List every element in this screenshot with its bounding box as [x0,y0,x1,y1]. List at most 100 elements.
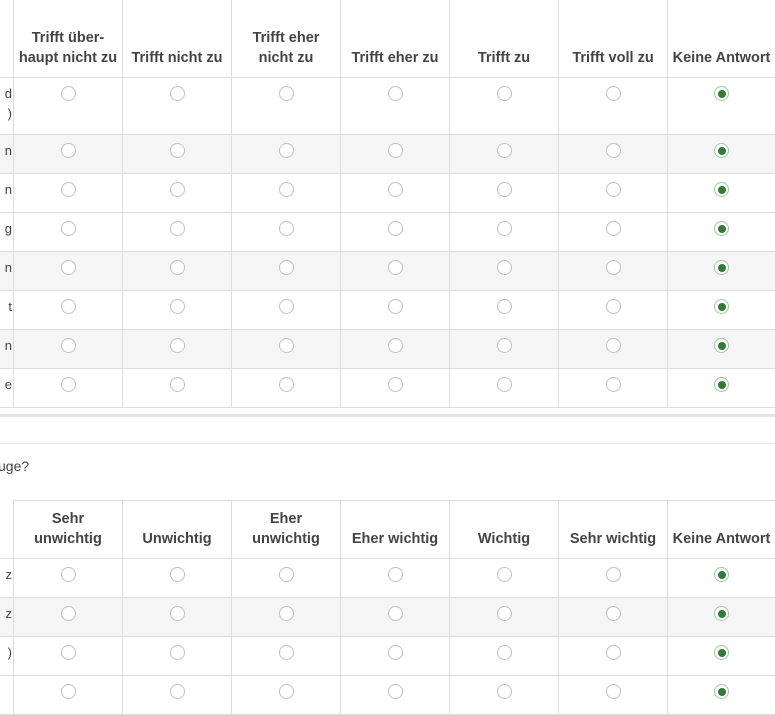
radio-button[interactable] [61,143,76,158]
answer-cell [341,369,450,408]
radio-button[interactable] [497,221,512,236]
answer-cell [450,369,559,408]
radio-button-selected[interactable] [714,182,729,197]
radio-button[interactable] [606,299,621,314]
radio-button[interactable] [61,86,76,101]
radio-button[interactable] [61,684,76,699]
radio-button[interactable] [388,299,403,314]
radio-button[interactable] [388,645,403,660]
radio-button-selected[interactable] [714,606,729,621]
radio-button[interactable] [606,338,621,353]
radio-button[interactable] [388,182,403,197]
answer-cell [668,213,775,252]
radio-button[interactable] [279,684,294,699]
radio-button-selected[interactable] [714,221,729,236]
radio-button[interactable] [61,221,76,236]
radio-button[interactable] [170,143,185,158]
radio-button-selected[interactable] [714,143,729,158]
radio-button-selected[interactable] [714,338,729,353]
radio-button-selected[interactable] [714,684,729,699]
radio-button[interactable] [388,143,403,158]
radio-button-selected[interactable] [714,86,729,101]
radio-button[interactable] [606,377,621,392]
radio-button[interactable] [606,684,621,699]
radio-button[interactable] [388,567,403,582]
radio-button-selected[interactable] [714,299,729,314]
radio-button[interactable] [606,260,621,275]
radio-button[interactable] [61,567,76,582]
answer-cell [341,174,450,213]
answer-cell [668,135,775,174]
radio-button[interactable] [170,260,185,275]
radio-button[interactable] [170,377,185,392]
radio-button[interactable] [606,606,621,621]
radio-button[interactable] [170,299,185,314]
radio-button[interactable] [279,260,294,275]
array-table-2: Sehr unwichtigUnwichtigEher unwichtigEhe… [0,500,775,715]
radio-button-selected[interactable] [714,377,729,392]
answer-row: ) [0,637,775,676]
radio-button[interactable] [606,143,621,158]
radio-button[interactable] [279,567,294,582]
radio-button[interactable] [606,567,621,582]
radio-button[interactable] [388,221,403,236]
answer-cell [14,559,123,598]
radio-button[interactable] [497,645,512,660]
radio-button[interactable] [170,221,185,236]
radio-button[interactable] [279,645,294,660]
radio-button[interactable] [497,606,512,621]
radio-button[interactable] [170,606,185,621]
radio-button-selected[interactable] [714,645,729,660]
radio-button[interactable] [170,684,185,699]
radio-button[interactable] [497,299,512,314]
radio-button[interactable] [61,645,76,660]
radio-button[interactable] [170,645,185,660]
radio-button-selected[interactable] [714,260,729,275]
answer-cell [450,330,559,369]
radio-button[interactable] [279,377,294,392]
radio-button[interactable] [279,182,294,197]
radio-button[interactable] [497,377,512,392]
radio-button[interactable] [388,260,403,275]
answer-cell [450,252,559,291]
radio-button[interactable] [497,182,512,197]
radio-button[interactable] [279,221,294,236]
radio-button[interactable] [388,338,403,353]
radio-button[interactable] [388,86,403,101]
radio-button[interactable] [61,338,76,353]
radio-button[interactable] [279,606,294,621]
radio-button[interactable] [61,606,76,621]
radio-button[interactable] [606,645,621,660]
radio-button[interactable] [170,338,185,353]
radio-button[interactable] [388,684,403,699]
radio-button[interactable] [606,182,621,197]
radio-button[interactable] [61,260,76,275]
radio-button[interactable] [61,299,76,314]
radio-button[interactable] [497,684,512,699]
radio-button[interactable] [497,338,512,353]
radio-button[interactable] [497,260,512,275]
answer-cell [668,369,775,408]
radio-button[interactable] [279,143,294,158]
radio-button[interactable] [497,86,512,101]
row-label: g [0,213,14,252]
radio-button[interactable] [388,606,403,621]
radio-button[interactable] [170,567,185,582]
radio-button[interactable] [170,86,185,101]
radio-button[interactable] [61,377,76,392]
answer-cell [14,676,123,715]
column-header: Sehr wichtig [559,501,668,559]
radio-button[interactable] [497,567,512,582]
row-label: n [0,330,14,369]
radio-button[interactable] [279,338,294,353]
radio-button[interactable] [279,86,294,101]
row-label-line: n [0,180,12,200]
radio-button[interactable] [61,182,76,197]
radio-button[interactable] [388,377,403,392]
radio-button[interactable] [606,221,621,236]
radio-button[interactable] [170,182,185,197]
radio-button-selected[interactable] [714,567,729,582]
radio-button[interactable] [497,143,512,158]
radio-button[interactable] [606,86,621,101]
radio-button[interactable] [279,299,294,314]
